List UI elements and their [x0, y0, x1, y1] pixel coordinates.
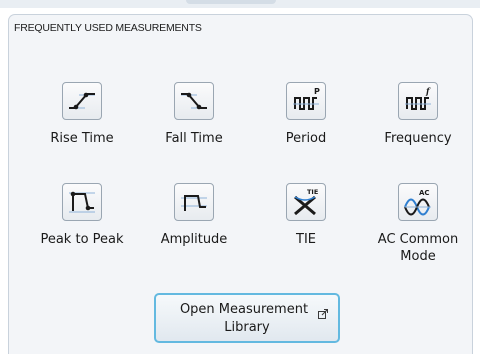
tie-icon[interactable]: TIE: [286, 183, 326, 221]
external-link-icon: [318, 309, 328, 319]
top-strip: [0, 0, 480, 8]
ac-common-mode-label-line1: AC Common: [377, 232, 459, 247]
ac-common-mode-label: AC Common Mode: [363, 231, 473, 265]
peak-to-peak-label: Peak to Peak: [40, 232, 124, 247]
tie-icon-text: TIE: [307, 188, 318, 196]
amplitude-label: Amplitude: [160, 232, 228, 247]
amplitude-icon[interactable]: [174, 183, 214, 221]
period-icon[interactable]: P: [286, 82, 326, 120]
peak-to-peak-icon[interactable]: [62, 183, 102, 221]
panel-title: FREQUENTLY USED MEASUREMENTS: [14, 22, 202, 34]
ac-icon-text: AC: [419, 189, 430, 197]
open-measurement-library-button[interactable]: Open Measurement Library: [154, 293, 340, 343]
rise-time-label: Rise Time: [50, 131, 114, 146]
frequency-icon[interactable]: f: [398, 82, 438, 120]
frequency-icon-text: f: [425, 86, 431, 96]
tie-label: TIE: [296, 232, 316, 247]
period-label: Period: [285, 131, 327, 146]
top-strip-accent: [186, 0, 276, 4]
fall-time-icon[interactable]: [174, 82, 214, 120]
ac-common-mode-label-line2: Mode: [400, 249, 436, 264]
open-library-label-line1: Open Measurement: [179, 302, 309, 317]
fall-time-label: Fall Time: [165, 131, 223, 146]
open-library-label-line2: Library: [224, 320, 270, 335]
period-icon-text: P: [314, 87, 320, 96]
ac-common-mode-icon[interactable]: AC: [398, 183, 438, 221]
frequency-label: Frequency: [384, 131, 452, 146]
rise-time-icon[interactable]: [62, 82, 102, 120]
